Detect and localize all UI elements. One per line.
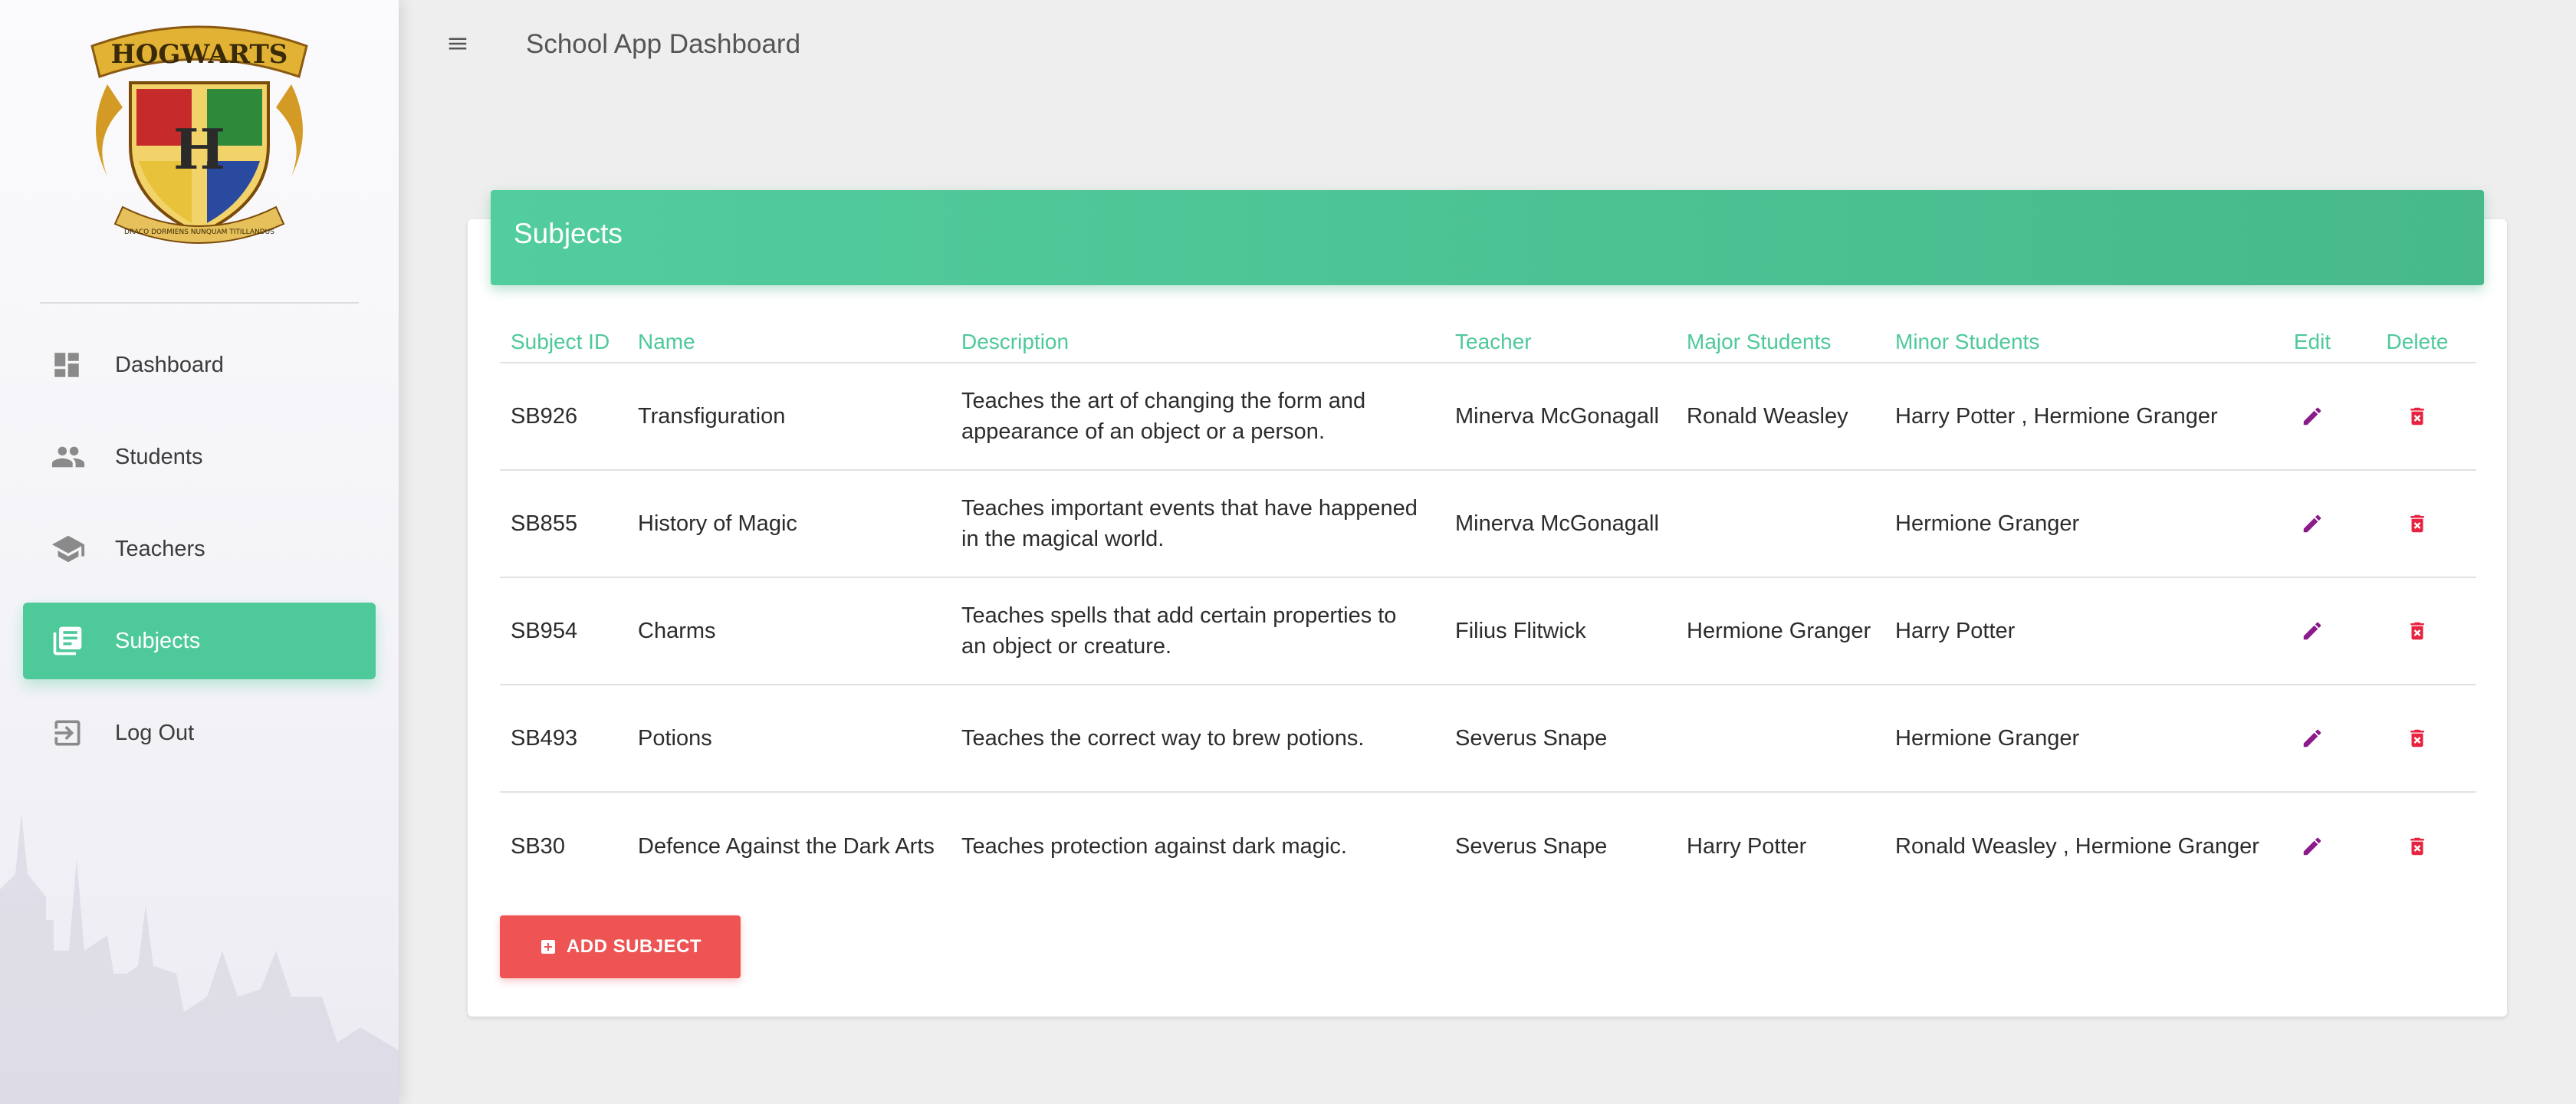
subject-name-cell: Potions (638, 726, 712, 751)
column-header-name: Name (638, 330, 695, 353)
teacher-cell: Filius Flitwick (1455, 619, 1586, 643)
column-header-teacher: Teacher (1455, 330, 1532, 353)
delete-trash-icon[interactable] (2402, 508, 2433, 539)
table-row: SB926 Transfiguration Teaches the art of… (500, 363, 2476, 471)
subject-id-cell: SB493 (511, 726, 578, 751)
dashboard-icon (23, 349, 115, 381)
column-header-edit: Edit (2293, 330, 2331, 353)
subject-id-cell: SB926 (511, 404, 578, 429)
minor-students-cell: Hermione Granger (1895, 511, 2080, 536)
sidebar-item-label: Teachers (115, 536, 205, 561)
major-students-cell: Hermione Granger (1687, 619, 1871, 643)
column-header-description: Description (961, 330, 1070, 353)
column-header-id: Subject ID (511, 330, 610, 353)
sidebar-item-label: Students (115, 444, 203, 469)
logo-h-letter: H (173, 117, 225, 182)
delete-trash-icon[interactable] (2402, 616, 2433, 646)
card-title: Subjects (514, 218, 623, 249)
add-box-icon (539, 938, 557, 956)
logout-icon (23, 716, 115, 750)
sidebar-item-dashboard[interactable]: Dashboard (23, 327, 376, 403)
subject-name-cell: Defence Against the Dark Arts (638, 834, 935, 859)
subject-id-cell: SB30 (511, 834, 565, 859)
edit-pencil-icon[interactable] (2297, 508, 2328, 539)
school-icon (23, 531, 115, 567)
add-subject-button[interactable]: ADD SUBJECT (500, 915, 741, 978)
sidebar-item-label: Subjects (115, 628, 201, 653)
table-row: SB30 Defence Against the Dark Arts Teach… (500, 793, 2476, 900)
teacher-cell: Severus Snape (1455, 726, 1608, 751)
page-title: School App Dashboard (526, 29, 801, 59)
teacher-cell: Minerva McGonagall (1455, 511, 1659, 536)
column-header-minor-students: Minor Students (1895, 330, 2040, 353)
major-students-cell: Ronald Weasley (1687, 404, 1848, 429)
people-icon (23, 439, 115, 475)
minor-students-cell: Hermione Granger (1895, 726, 2080, 751)
teacher-cell: Minerva McGonagall (1455, 404, 1659, 429)
minor-students-cell: Ronald Weasley , Hermione Granger (1895, 834, 2259, 859)
subject-name-cell: Transfiguration (638, 404, 786, 429)
major-students-cell: Harry Potter (1687, 834, 1807, 859)
subject-id-cell: SB954 (511, 619, 578, 643)
table-header-row: Subject ID Name Description Teacher Majo… (500, 322, 2476, 363)
hogwarts-crest-logo: HOGWARTS H DRACO DORMIENS NUNQUAM TITILL… (90, 25, 308, 244)
teacher-cell: Severus Snape (1455, 834, 1608, 859)
subject-description-cell: Teaches spells that add certain properti… (961, 603, 1397, 659)
logo-banner-text: HOGWARTS (111, 39, 288, 70)
delete-trash-icon[interactable] (2402, 831, 2433, 862)
sidebar-item-teachers[interactable]: Teachers (23, 511, 376, 587)
subject-description-cell: Teaches the art of changing the form and… (961, 389, 1366, 444)
sidebar-item-label: Log Out (115, 720, 195, 745)
subject-description-cell: Teaches important events that have happe… (961, 496, 1418, 551)
subject-id-cell: SB855 (511, 511, 578, 536)
table-row: SB954 Charms Teaches spells that add cer… (500, 578, 2476, 685)
sidebar-item-label: Dashboard (115, 352, 224, 377)
subject-description-cell: Teaches the correct way to brew potions. (961, 726, 1365, 751)
subjects-card-header: Subjects (491, 190, 2484, 285)
sidebar-nav: Dashboard Students Teachers Subjects Log… (23, 327, 376, 787)
edit-pencil-icon[interactable] (2297, 616, 2328, 646)
delete-trash-icon[interactable] (2402, 401, 2433, 432)
sidebar-item-students[interactable]: Students (23, 419, 376, 495)
subjects-table: Subject ID Name Description Teacher Majo… (500, 322, 2476, 900)
minor-students-cell: Harry Potter (1895, 619, 2016, 643)
subject-name-cell: Charms (638, 619, 716, 643)
column-header-major-students: Major Students (1687, 330, 1832, 353)
edit-pencil-icon[interactable] (2297, 401, 2328, 432)
subject-description-cell: Teaches protection against dark magic. (961, 834, 1347, 859)
delete-trash-icon[interactable] (2402, 723, 2433, 754)
minor-students-cell: Harry Potter , Hermione Granger (1895, 404, 2218, 429)
sidebar: HOGWARTS H DRACO DORMIENS NUNQUAM TITILL… (0, 0, 399, 1104)
menu-icon[interactable] (445, 32, 475, 58)
subject-name-cell: History of Magic (638, 511, 797, 536)
sidebar-item-subjects[interactable]: Subjects (23, 603, 376, 679)
logo-motto-text: DRACO DORMIENS NUNQUAM TITILLANDUS (124, 228, 274, 236)
edit-pencil-icon[interactable] (2297, 831, 2328, 862)
add-subject-label: ADD SUBJECT (566, 936, 702, 957)
table-row: SB855 History of Magic Teaches important… (500, 471, 2476, 578)
table-row: SB493 Potions Teaches the correct way to… (500, 685, 2476, 793)
sidebar-divider (40, 302, 359, 304)
library-books-icon (23, 624, 115, 658)
edit-pencil-icon[interactable] (2297, 723, 2328, 754)
sidebar-item-logout[interactable]: Log Out (23, 695, 376, 771)
column-header-delete: Delete (2386, 330, 2449, 353)
